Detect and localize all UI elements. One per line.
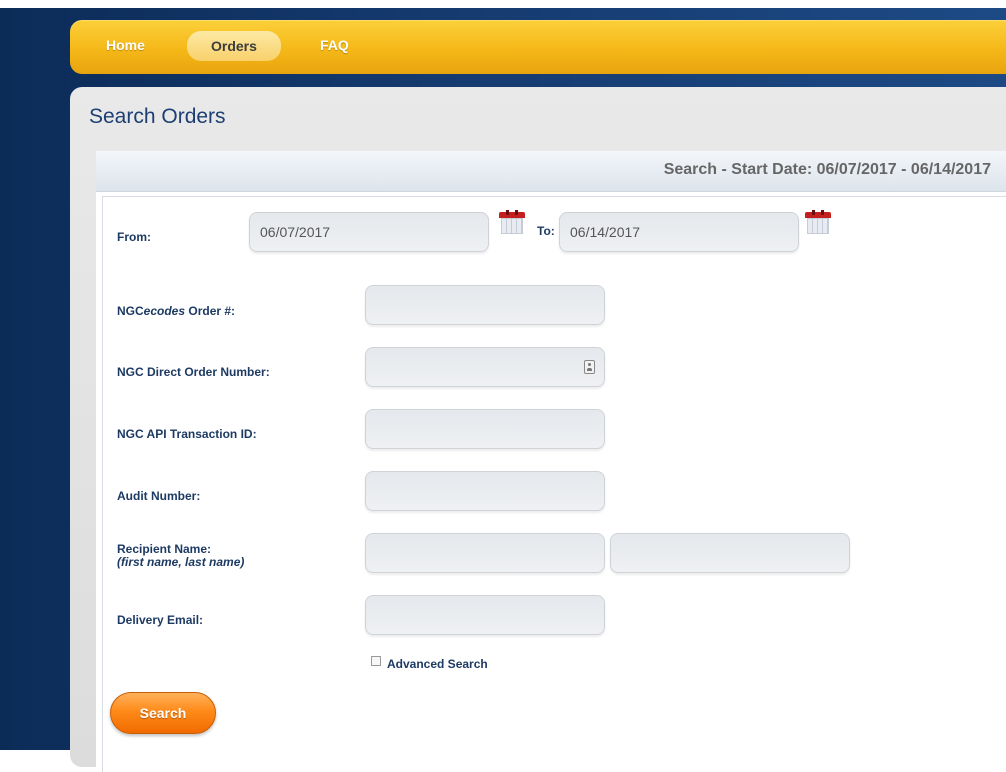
search-button[interactable]: Search [110,692,216,734]
search-summary-bar: Search - Start Date: 06/07/2017 - 06/14/… [96,151,1006,192]
recipient-last-name-input[interactable] [610,533,850,573]
search-content: Search - Start Date: 06/07/2017 - 06/14/… [96,151,1006,772]
to-label: To: [537,224,555,238]
recipient-name-label: Recipient Name: (first name, last name) [117,542,245,569]
direct-order-label: NGC Direct Order Number: [117,365,270,379]
calendar-icon[interactable] [499,210,525,236]
audit-number-input[interactable] [365,471,605,511]
api-transaction-input[interactable] [365,409,605,449]
nav-home[interactable]: Home [106,30,145,60]
to-date-input[interactable] [559,212,799,252]
delivery-email-input[interactable] [365,595,605,635]
from-date-input[interactable] [249,212,489,252]
delivery-email-label: Delivery Email: [117,613,204,627]
nav-faq[interactable]: FAQ [320,30,349,60]
from-label: From: [117,230,151,244]
audit-number-label: Audit Number: [117,489,201,503]
api-transaction-label: NGC API Transaction ID: [117,427,257,441]
calendar-icon[interactable] [805,210,831,236]
search-form: From: To: NGCecodes Order #: NGC Direct … [102,196,1006,772]
ngc-ecodes-order-input[interactable] [365,285,605,325]
recipient-name-hint: (first name, last name) [117,555,245,569]
page-title: Search Orders [89,105,226,128]
nav-orders[interactable]: Orders [187,31,281,61]
ngc-ecodes-order-label: NGCecodes Order #: [117,304,236,318]
recipient-first-name-input[interactable] [365,533,605,573]
search-summary-text: Search - Start Date: 06/07/2017 - 06/14/… [663,161,991,178]
top-navbar: Home Orders FAQ [70,20,1006,74]
advanced-search-checkbox[interactable] [371,656,381,666]
contact-card-icon[interactable] [584,360,595,374]
direct-order-input[interactable] [365,347,605,387]
main-panel: Search Orders Search - Start Date: 06/07… [70,87,1006,772]
advanced-search-label[interactable]: Advanced Search [387,657,488,671]
